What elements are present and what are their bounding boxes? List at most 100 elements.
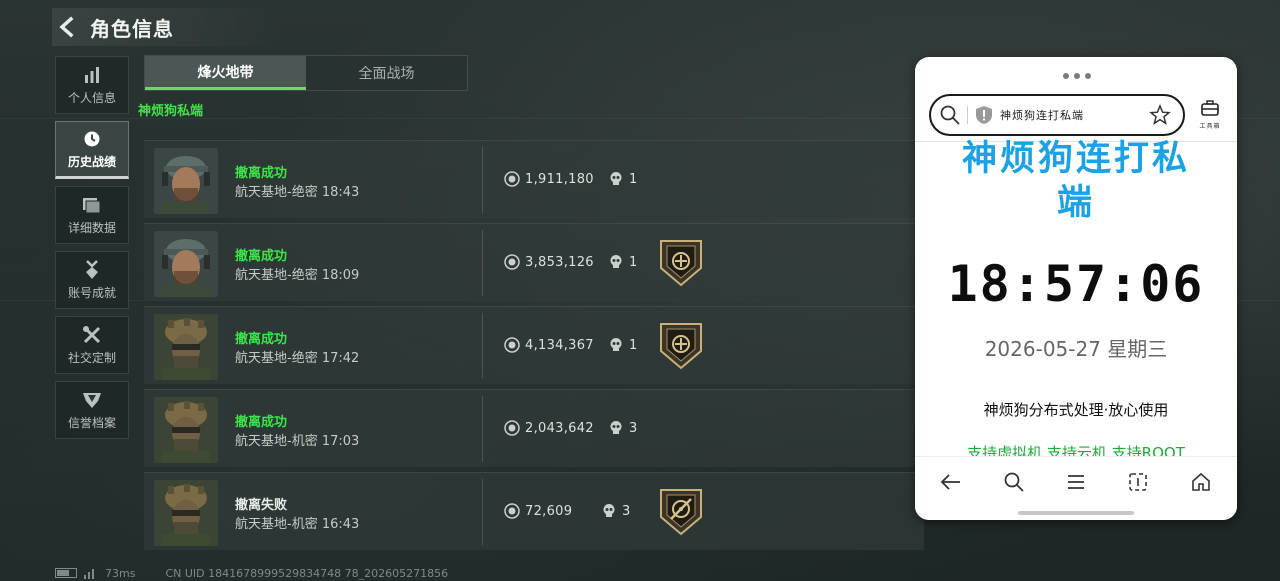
toolbox-button[interactable]: 工具箱 bbox=[1195, 99, 1225, 133]
sidebar-item-label: 社交定制 bbox=[67, 350, 116, 365]
sidebar-item-social[interactable]: 社交定制 bbox=[55, 316, 129, 374]
tab-full-battlefield[interactable]: 全面战场 bbox=[306, 56, 467, 90]
extraction-status: 撤离成功 bbox=[235, 249, 288, 264]
match-row[interactable]: 撤离成功 航天基地-绝密 18:09 3,853,126 1 bbox=[144, 223, 924, 301]
promo-title: 神烦狗连打私端 bbox=[915, 137, 1237, 225]
overlay-label: 神烦狗私端 bbox=[138, 104, 204, 119]
url-text: 神烦狗连打私端 bbox=[1000, 109, 1084, 122]
gesture-bar[interactable] bbox=[1018, 511, 1134, 515]
kill-count: 1 bbox=[629, 255, 638, 270]
row-divider bbox=[482, 313, 483, 379]
kill-count: 1 bbox=[629, 338, 638, 353]
uid-text: CN UID 1841678999529834748 78_2026052718… bbox=[165, 566, 449, 580]
emblem-badge-icon[interactable] bbox=[658, 321, 704, 371]
row-divider bbox=[482, 230, 483, 296]
date-display: 2026-05-27 星期三 bbox=[984, 337, 1168, 361]
coin-icon bbox=[504, 503, 520, 519]
sidebar-item-history[interactable]: 历史战绩 bbox=[55, 121, 129, 179]
sidebar-item-label: 详细数据 bbox=[67, 220, 116, 235]
security-shield-icon[interactable] bbox=[974, 105, 994, 125]
skull-icon bbox=[601, 503, 617, 519]
sidebar-item-details[interactable]: 详细数据 bbox=[55, 186, 129, 244]
match-row[interactable]: 撤离成功 航天基地-机密 17:03 2,043,642 3 bbox=[144, 389, 924, 467]
extraction-status: 撤离成功 bbox=[235, 166, 288, 181]
menu-icon[interactable] bbox=[1063, 469, 1089, 495]
signal-icon bbox=[83, 567, 99, 579]
battery-icon bbox=[55, 568, 77, 578]
folder-icon bbox=[82, 195, 102, 215]
search-icon[interactable] bbox=[939, 104, 961, 126]
skull-icon bbox=[608, 337, 624, 353]
loot-value: 72,609 bbox=[525, 504, 573, 519]
sidebar-item-label: 信誉档案 bbox=[67, 415, 116, 430]
shield-badge-icon bbox=[82, 390, 102, 410]
map-and-time: 航天基地-绝密 18:43 bbox=[235, 185, 360, 200]
search-icon[interactable] bbox=[1001, 469, 1027, 495]
operator-avatar bbox=[154, 148, 218, 214]
promo-title-text: 神烦狗连打私端 bbox=[961, 139, 1190, 223]
map-and-time: 航天基地-机密 16:43 bbox=[235, 517, 360, 532]
extraction-status: 撤离成功 bbox=[235, 332, 288, 347]
match-row[interactable]: 撤离成功 航天基地-绝密 17:42 4,134,367 1 bbox=[144, 306, 924, 384]
back-icon[interactable] bbox=[938, 469, 964, 495]
sidebar: 个人信息 历史战绩 详细数据 账号成就 社交定制 信誉档案 bbox=[55, 56, 129, 446]
row-divider bbox=[482, 479, 483, 545]
skull-icon bbox=[608, 171, 624, 187]
home-icon[interactable] bbox=[1188, 469, 1214, 495]
address-separator bbox=[967, 106, 968, 124]
row-divider bbox=[482, 147, 483, 213]
tabs-icon[interactable] bbox=[1125, 469, 1151, 495]
operator-avatar bbox=[154, 397, 218, 463]
sidebar-item-profile[interactable]: 个人信息 bbox=[55, 56, 129, 114]
clock-icon bbox=[82, 129, 102, 149]
clock-display: 18:57:06 bbox=[947, 255, 1205, 313]
sidebar-item-reputation[interactable]: 信誉档案 bbox=[55, 381, 129, 439]
bookmark-star-icon[interactable] bbox=[1149, 104, 1171, 126]
toolbox-icon bbox=[1200, 99, 1220, 117]
loot-value: 1,911,180 bbox=[525, 172, 594, 187]
map-and-time: 航天基地-绝密 18:09 bbox=[235, 268, 360, 283]
loot-value: 2,043,642 bbox=[525, 421, 594, 436]
match-history-list: 撤离成功 航天基地-绝密 18:43 1,911,180 1 撤离成功 航天基地… bbox=[144, 140, 924, 555]
back-arrow-icon[interactable] bbox=[52, 12, 82, 42]
more-dots-icon[interactable] bbox=[1063, 73, 1091, 81]
map-and-time: 航天基地-绝密 17:42 bbox=[235, 351, 360, 366]
tools-icon bbox=[82, 325, 102, 345]
coin-icon bbox=[504, 420, 520, 436]
match-row[interactable]: 撤离失败 航天基地-机密 16:43 72,609 3 bbox=[144, 472, 924, 550]
coin-icon bbox=[504, 254, 520, 270]
mode-tabs: 烽火地带 全面战场 bbox=[144, 55, 468, 91]
loot-value: 4,134,367 bbox=[525, 338, 594, 353]
extraction-status: 撤离失败 bbox=[235, 498, 288, 513]
page-header: 角色信息 bbox=[52, 8, 288, 46]
crosshair-badge-icon[interactable] bbox=[658, 487, 704, 537]
kill-count: 1 bbox=[629, 172, 638, 187]
toolbox-label: 工具箱 bbox=[1199, 123, 1221, 130]
sidebar-item-achievements[interactable]: 账号成就 bbox=[55, 251, 129, 309]
match-row[interactable]: 撤离成功 航天基地-绝密 18:43 1,911,180 1 bbox=[144, 140, 924, 218]
skull-icon bbox=[608, 420, 624, 436]
ping-text: 73ms bbox=[105, 566, 136, 580]
sidebar-item-label: 历史战绩 bbox=[67, 154, 116, 169]
tab-warzone[interactable]: 烽火地带 bbox=[145, 56, 306, 90]
operator-avatar bbox=[154, 314, 218, 380]
floating-browser-window: 神烦狗连打私端 工具箱 神烦狗连打私端 18:57:06 2026-05-27 … bbox=[915, 57, 1237, 520]
emblem-badge-icon[interactable] bbox=[658, 238, 704, 288]
bar-chart-icon bbox=[82, 65, 102, 85]
game-statusbar: 73ms CN UID 1841678999529834748 78_20260… bbox=[55, 566, 448, 580]
page-title: 角色信息 bbox=[90, 16, 174, 41]
sidebar-item-label: 账号成就 bbox=[67, 285, 116, 300]
operator-avatar bbox=[154, 480, 218, 546]
browser-nav-bar bbox=[915, 456, 1237, 520]
coin-icon bbox=[504, 337, 520, 353]
sidebar-item-label: 个人信息 bbox=[67, 90, 116, 105]
coin-icon bbox=[504, 171, 520, 187]
loot-value: 3,853,126 bbox=[525, 255, 594, 270]
kill-count: 3 bbox=[622, 504, 631, 519]
map-and-time: 航天基地-机密 17:03 bbox=[235, 434, 360, 449]
extraction-status: 撤离成功 bbox=[235, 415, 288, 430]
kill-count: 3 bbox=[629, 421, 638, 436]
row-divider bbox=[482, 396, 483, 462]
medal-icon bbox=[82, 259, 102, 280]
address-bar[interactable]: 神烦狗连打私端 bbox=[929, 94, 1185, 136]
